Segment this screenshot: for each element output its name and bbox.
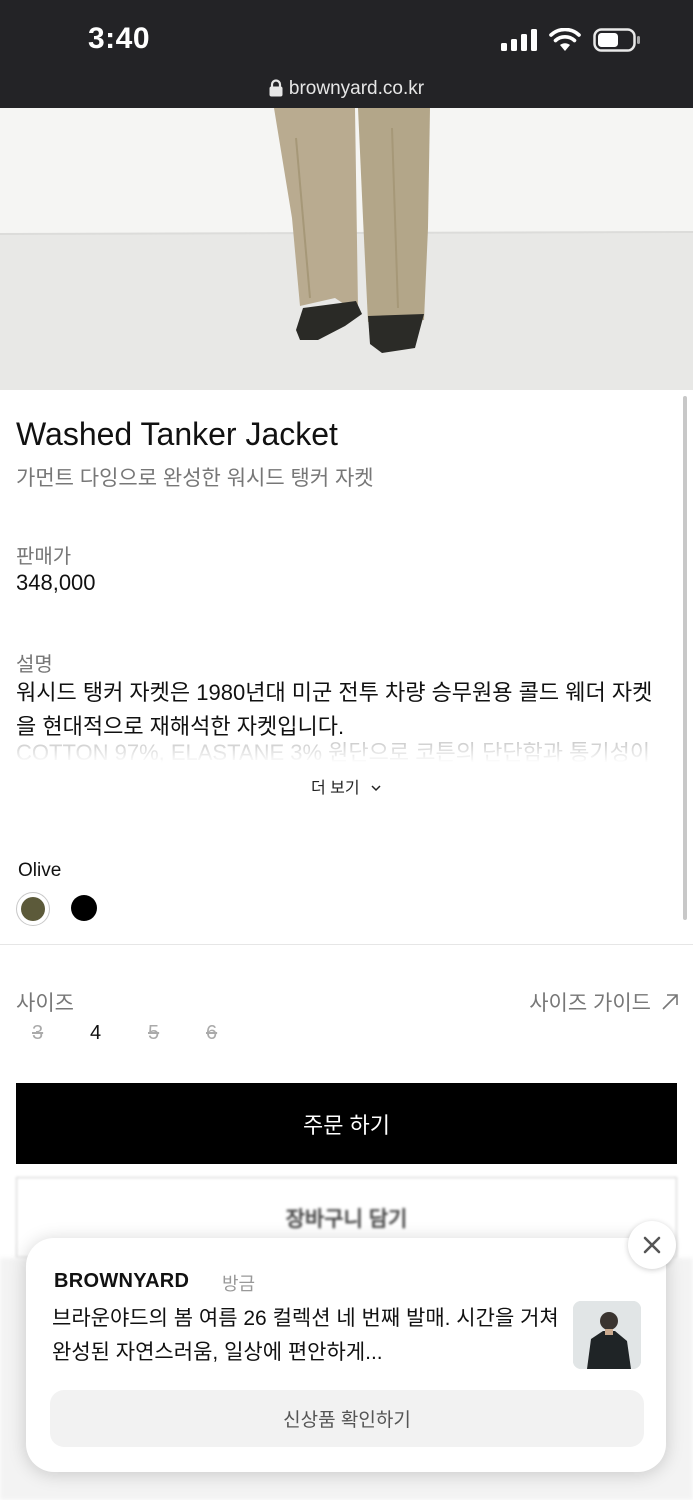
lock-icon bbox=[269, 79, 283, 97]
close-icon bbox=[643, 1236, 661, 1254]
url-bar[interactable]: brownyard.co.kr bbox=[0, 78, 693, 100]
arrow-up-right-icon bbox=[662, 994, 678, 1010]
notification-cta-button[interactable]: 신상품 확인하기 bbox=[50, 1390, 644, 1447]
notification-thumbnail bbox=[573, 1301, 641, 1369]
signal-icon bbox=[501, 29, 537, 51]
selected-color-name: Olive bbox=[18, 860, 62, 881]
status-bar: 3:40 brownyard.co.kr bbox=[0, 0, 693, 108]
size-label: 사이즈 bbox=[16, 992, 74, 1015]
size-option-6[interactable]: 6 bbox=[206, 1022, 264, 1045]
status-icons bbox=[501, 28, 641, 52]
product-subtitle: 가먼트 다잉으로 완성한 워시드 탱커 자켓 bbox=[16, 467, 374, 490]
size-options: 3 4 5 6 bbox=[32, 1022, 264, 1045]
notification-close-button[interactable] bbox=[628, 1221, 676, 1269]
color-swatch-black[interactable] bbox=[71, 895, 97, 921]
clock: 3:40 bbox=[88, 22, 151, 55]
description-faded-text: COTTON 97%, ELASTANE 3% 원단으로 코튼의 단단함과 통기… bbox=[16, 742, 651, 764]
description-label: 설명 bbox=[16, 654, 53, 676]
color-swatch-olive[interactable] bbox=[21, 897, 45, 921]
description-text: 워시드 탱커 자켓은 1980년대 미군 전투 차량 승무원용 콜드 웨더 자켓… bbox=[16, 680, 653, 739]
notification-body: 브라운야드의 봄 여름 26 컬렉션 네 번째 발매. 시간을 거쳐 완성된 자… bbox=[52, 1307, 559, 1364]
size-guide-label: 사이즈 가이드 bbox=[529, 992, 651, 1015]
size-option-4[interactable]: 4 bbox=[90, 1022, 148, 1045]
chevron-down-icon bbox=[371, 785, 381, 792]
scrollbar[interactable] bbox=[683, 396, 687, 920]
wifi-icon bbox=[549, 28, 581, 51]
size-option-5[interactable]: 5 bbox=[148, 1022, 206, 1045]
price-label: 판매가 bbox=[16, 546, 72, 568]
push-notification[interactable]: BROWNYARD 방금 브라운야드의 봄 여름 26 컬렉션 네 번째 발매.… bbox=[26, 1238, 666, 1472]
divider bbox=[0, 944, 693, 945]
notification-time: 방금 bbox=[222, 1274, 256, 1294]
more-label: 더 보기 bbox=[310, 780, 360, 797]
product-image[interactable] bbox=[0, 108, 693, 390]
notification-brand: BROWNYARD bbox=[54, 1270, 190, 1292]
product-title: Washed Tanker Jacket bbox=[16, 416, 338, 452]
url-text: brownyard.co.kr bbox=[288, 78, 425, 99]
more-button[interactable]: 더 보기 bbox=[0, 774, 693, 798]
price-value: 348,000 bbox=[16, 570, 96, 595]
order-button[interactable]: 주문 하기 bbox=[16, 1083, 677, 1164]
size-option-3[interactable]: 3 bbox=[32, 1022, 90, 1045]
size-guide-link[interactable]: 사이즈 가이드 bbox=[529, 987, 679, 1017]
battery-icon bbox=[593, 28, 640, 52]
